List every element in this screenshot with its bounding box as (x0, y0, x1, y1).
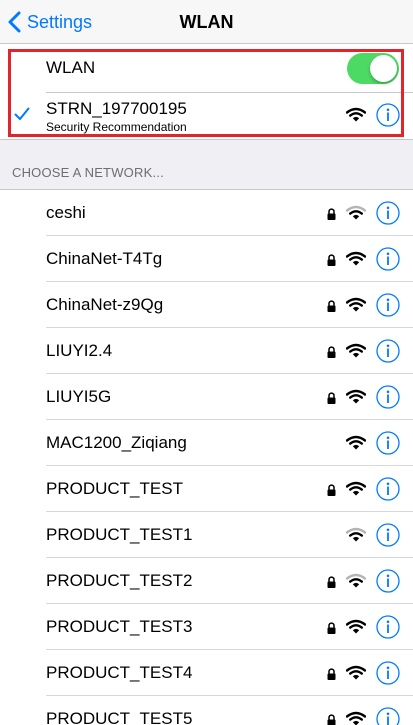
current-network-row[interactable]: STRN_197700195 Security Recommendation (0, 92, 413, 140)
network-list: ceshi ChinaNet-T4Tg ChinaNet-z9Qg LIUYI2.4 L… (0, 189, 413, 725)
info-icon[interactable] (376, 201, 400, 230)
info-icon[interactable] (376, 247, 400, 276)
network-name: ChinaNet-z9Qg (46, 295, 164, 314)
lock-icon (327, 621, 336, 639)
lock-icon (327, 575, 336, 593)
lock-icon (327, 667, 336, 685)
wifi-icon (345, 389, 367, 409)
network-row[interactable]: ChinaNet-z9Qg (0, 282, 413, 328)
lock-icon (327, 483, 336, 501)
network-row[interactable]: ChinaNet-T4Tg (0, 236, 413, 282)
network-row[interactable]: PRODUCT_TEST2 (0, 558, 413, 604)
network-name: PRODUCT_TEST2 (46, 571, 193, 590)
wifi-icon (345, 481, 367, 501)
network-row[interactable]: PRODUCT_TEST3 (0, 604, 413, 650)
network-name: PRODUCT_TEST3 (46, 617, 193, 636)
info-icon[interactable] (376, 339, 400, 368)
network-name: PRODUCT_TEST4 (46, 663, 193, 682)
network-row[interactable]: LIUYI5G (0, 374, 413, 420)
wifi-icon (345, 573, 367, 593)
wifi-icon (345, 251, 367, 271)
back-label: Settings (27, 11, 93, 32)
info-icon[interactable] (376, 103, 400, 127)
wifi-icon (345, 435, 367, 455)
wifi-icon (346, 107, 366, 122)
info-icon[interactable] (376, 569, 400, 598)
wifi-icon (345, 343, 367, 363)
info-icon[interactable] (376, 523, 400, 552)
network-name: LIUYI5G (46, 387, 112, 406)
wifi-icon (345, 619, 367, 639)
network-row[interactable]: PRODUCT_TEST4 (0, 650, 413, 696)
wifi-icon (345, 297, 367, 317)
network-row[interactable]: PRODUCT_TEST1 (0, 512, 413, 558)
info-icon[interactable] (376, 431, 400, 460)
network-name: PRODUCT_TEST1 (46, 525, 193, 544)
network-row[interactable]: MAC1200_Ziqiang (0, 420, 413, 466)
network-name: MAC1200_Ziqiang (46, 433, 187, 452)
info-icon[interactable] (376, 661, 400, 690)
info-icon[interactable] (376, 293, 400, 322)
lock-icon (327, 253, 336, 271)
wlan-toggle-label: WLAN (46, 58, 96, 77)
network-row[interactable]: PRODUCT_TEST (0, 466, 413, 512)
lock-icon (327, 391, 336, 409)
network-name: ChinaNet-T4Tg (46, 249, 163, 268)
wlan-switch[interactable] (347, 53, 399, 84)
switch-knob (370, 55, 397, 82)
network-row[interactable]: LIUYI2.4 (0, 328, 413, 374)
wlan-group: WLAN STRN_197700195 Security Recommendat… (0, 44, 413, 140)
lock-icon (327, 713, 336, 725)
chevron-left-icon (8, 11, 21, 33)
navigation-bar: Settings WLAN (0, 0, 413, 44)
wifi-icon (345, 205, 367, 225)
wlan-toggle-row: WLAN (0, 44, 413, 92)
section-header: CHOOSE A NETWORK... (12, 165, 164, 180)
lock-icon (327, 345, 336, 363)
network-row[interactable]: PRODUCT_TEST5 (0, 696, 413, 725)
network-name: LIUYI2.4 (46, 341, 113, 360)
lock-icon (327, 207, 336, 225)
network-row[interactable]: ceshi (0, 190, 413, 236)
network-name: PRODUCT_TEST5 (46, 709, 193, 725)
info-icon[interactable] (376, 615, 400, 644)
wifi-icon (345, 711, 367, 725)
back-button[interactable]: Settings (8, 0, 92, 44)
current-network-name: STRN_197700195 (46, 99, 187, 118)
network-name: ceshi (46, 203, 86, 222)
network-name: PRODUCT_TEST (46, 479, 183, 498)
info-icon[interactable] (376, 707, 400, 725)
current-network-subtitle: Security Recommendation (46, 120, 187, 134)
wifi-icon (345, 527, 367, 547)
wifi-icon (345, 665, 367, 685)
checkmark-icon (14, 107, 30, 120)
info-icon[interactable] (376, 385, 400, 414)
lock-icon (327, 299, 336, 317)
info-icon[interactable] (376, 477, 400, 506)
